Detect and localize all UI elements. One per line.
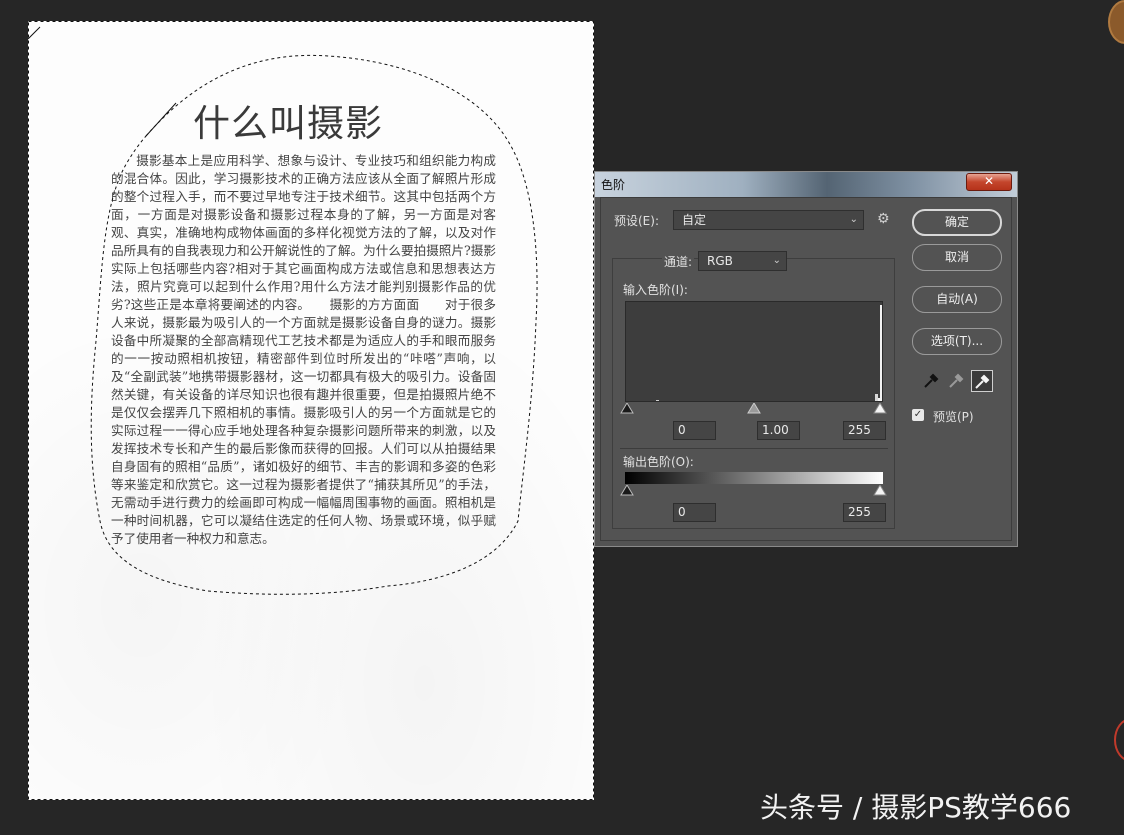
channel-label: 通道: bbox=[662, 253, 695, 270]
output-black-field[interactable]: 0 bbox=[673, 503, 716, 522]
dialog-title: 色阶 bbox=[601, 178, 626, 192]
channel-value: RGB bbox=[707, 254, 733, 268]
corner-circle-decoration bbox=[1114, 718, 1124, 762]
gray-eyedropper-icon[interactable] bbox=[945, 370, 967, 392]
input-levels-label: 输入色阶(I): bbox=[623, 283, 688, 297]
chevron-down-icon: ⌄ bbox=[849, 214, 858, 225]
document-title: 什么叫摄影 bbox=[193, 102, 383, 145]
auto-button[interactable]: 自动(A) bbox=[912, 286, 1002, 313]
output-gradient-bar bbox=[625, 472, 883, 484]
output-white-slider-handle bbox=[873, 485, 887, 496]
black-eyedropper-icon[interactable] bbox=[920, 370, 942, 392]
options-button[interactable]: 选项(T)... bbox=[912, 328, 1002, 355]
preset-dropdown[interactable]: 自定 ⌄ bbox=[673, 210, 864, 230]
close-icon: ✕ bbox=[983, 174, 995, 188]
cancel-button[interactable]: 取消 bbox=[912, 244, 1002, 271]
channel-dropdown[interactable]: RGB ⌄ bbox=[698, 251, 787, 271]
preview-label: 预览(P) bbox=[933, 410, 974, 424]
input-black-slider-handle bbox=[620, 403, 634, 414]
gear-icon[interactable]: ⚙ bbox=[877, 211, 890, 227]
close-button[interactable]: ✕ bbox=[966, 173, 1012, 191]
ok-button[interactable]: 确定 bbox=[912, 209, 1002, 236]
input-white-slider-handle bbox=[873, 403, 887, 414]
chevron-down-icon: ⌄ bbox=[772, 255, 781, 266]
input-gamma-field[interactable]: 1.00 bbox=[757, 421, 800, 440]
watermark-text: 头条号 / 摄影PS教学666 bbox=[760, 791, 1072, 824]
levels-separator bbox=[620, 448, 888, 449]
avatar bbox=[1108, 0, 1124, 44]
input-gamma-slider-handle bbox=[747, 403, 761, 414]
output-levels-slider[interactable] bbox=[619, 485, 889, 497]
output-black-slider-handle bbox=[620, 485, 634, 496]
histogram bbox=[625, 301, 883, 402]
preset-value: 自定 bbox=[682, 213, 707, 227]
checkmark-icon: ✓ bbox=[913, 409, 923, 420]
white-eyedropper-icon[interactable] bbox=[971, 370, 993, 392]
histogram-graph bbox=[656, 305, 882, 401]
canvas-document[interactable]: 什么叫摄影 摄影基本上是应用科学、想象与设计、专业技巧和组织能力构成的混合体。因… bbox=[28, 21, 594, 800]
preview-checkbox[interactable]: ✓ bbox=[912, 409, 924, 421]
dialog-titlebar[interactable]: 色阶 ✕ bbox=[595, 172, 1017, 197]
document-body-text: 摄影基本上是应用科学、想象与设计、专业技巧和组织能力构成的混合体。因此，学习摄影… bbox=[111, 153, 496, 546]
input-levels-slider[interactable] bbox=[619, 403, 889, 415]
input-black-field[interactable]: 0 bbox=[673, 421, 716, 440]
output-levels-label: 输出色阶(O): bbox=[623, 455, 694, 469]
input-white-field[interactable]: 255 bbox=[843, 421, 886, 440]
preset-label: 预设(E): bbox=[614, 214, 659, 228]
output-white-field[interactable]: 255 bbox=[843, 503, 886, 522]
